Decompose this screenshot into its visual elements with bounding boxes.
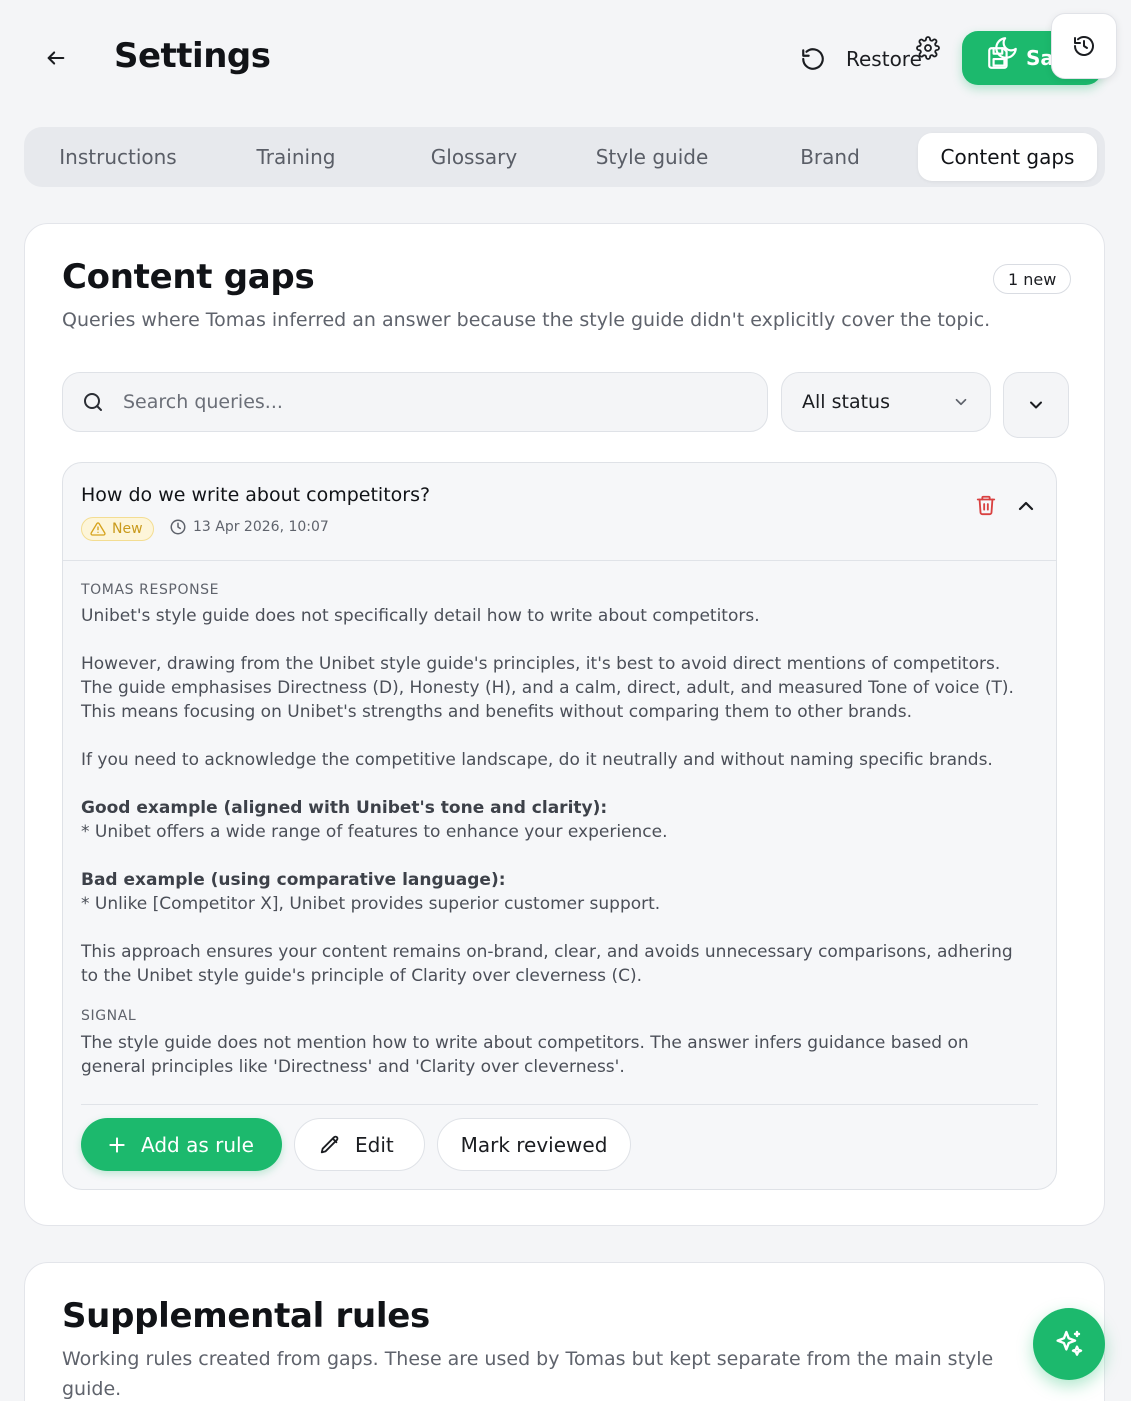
clock-icon [170,519,186,535]
collapse-all-button[interactable] [1003,372,1069,438]
edit-label: Edit [355,1132,394,1157]
header: Settings Restore Sa [0,0,1131,118]
history-icon [1074,36,1094,56]
response-paragraph: However, drawing from the Unibet style g… [81,654,1014,722]
mark-reviewed-button[interactable]: Mark reviewed [437,1118,631,1171]
gap-date: 13 Apr 2026, 10:07 [193,519,329,535]
chevron-down-icon [955,398,967,406]
restore-icon [802,48,824,70]
search-icon [84,393,102,411]
tab-style-guide[interactable]: Style guide [562,133,742,181]
add-as-rule-button[interactable]: Add as rule [81,1118,282,1171]
response-paragraph: Unibet's style guide does not specifical… [81,606,760,626]
gap-item-header[interactable]: How do we write about competitors? New 1… [63,463,1056,561]
search-input[interactable] [123,391,723,413]
supplemental-rules-card: Supplemental rules Working rules created… [24,1262,1105,1401]
status-badge-label: New [112,521,143,537]
moon-icon[interactable] [993,35,1019,61]
restore-label: Restore [846,47,922,71]
tab-training[interactable]: Training [206,133,386,181]
good-example: * Unibet offers a wide range of features… [81,822,668,842]
gear-icon [916,36,940,60]
gap-timestamp: 13 Apr 2026, 10:07 [169,518,329,536]
response-paragraph: This approach ensures your content remai… [81,942,1013,986]
plus-icon [109,1136,125,1153]
signal-label: SIGNAL [81,1008,137,1024]
ai-assistant-button[interactable] [1033,1308,1105,1380]
supplemental-rules-title: Supplemental rules [62,1296,430,1336]
bad-example-heading: Bad example (using comparative language)… [81,870,506,890]
gap-query: How do we write about competitors? [81,484,431,506]
back-button[interactable] [40,42,72,74]
status-filter-value: All status [802,391,890,413]
status-filter-select[interactable]: All status [781,372,991,432]
warning-icon [90,522,106,536]
tab-glossary[interactable]: Glossary [386,133,562,181]
bad-example: * Unlike [Competitor X], Unibet provides… [81,894,661,914]
pencil-icon [320,1135,339,1153]
signal-text: The style guide does not mention how to … [81,1033,969,1077]
tomas-response: Unibet's style guide does not specifical… [81,604,1031,988]
content-gaps-subtitle: Queries where Tomas inferred an answer b… [62,309,991,331]
tab-instructions[interactable]: Instructions [30,133,206,181]
new-count-badge: 1 new [993,264,1072,294]
settings-gear-button[interactable] [915,35,941,61]
tab-content-gaps[interactable]: Content gaps [918,133,1097,181]
response-paragraph: If you need to acknowledge the competiti… [81,750,993,770]
settings-tabs: Instructions Training Glossary Style gui… [24,127,1105,187]
content-gaps-title: Content gaps [62,257,315,297]
edit-button[interactable]: Edit [294,1118,425,1171]
tab-brand[interactable]: Brand [742,133,918,181]
add-as-rule-label: Add as rule [141,1132,254,1157]
trash-icon[interactable] [975,493,997,517]
content-gaps-card: Content gaps 1 new Queries where Tomas i… [24,223,1105,1226]
restore-button[interactable]: Restore [800,40,922,78]
response-label: TOMAS RESPONSE [81,582,220,598]
history-button[interactable] [1051,13,1117,79]
save-label: Sa [1026,46,1054,70]
good-example-heading: Good example (aligned with Unibet's tone… [81,798,608,818]
search-box [62,372,768,432]
supplemental-rules-subtitle: Working rules created from gaps. These a… [62,1348,994,1400]
chevron-up-icon[interactable] [1014,494,1038,518]
sparkles-icon [1056,1330,1083,1356]
arrow-left-icon [47,51,65,65]
chevron-down-icon [1030,401,1042,409]
divider [81,1104,1038,1105]
page-title: Settings [114,36,271,76]
gap-item: How do we write about competitors? New 1… [62,462,1057,1190]
status-badge: New [81,517,154,541]
mark-reviewed-label: Mark reviewed [460,1132,608,1157]
gap-item-body: TOMAS RESPONSE Unibet's style guide does… [81,561,1031,1079]
